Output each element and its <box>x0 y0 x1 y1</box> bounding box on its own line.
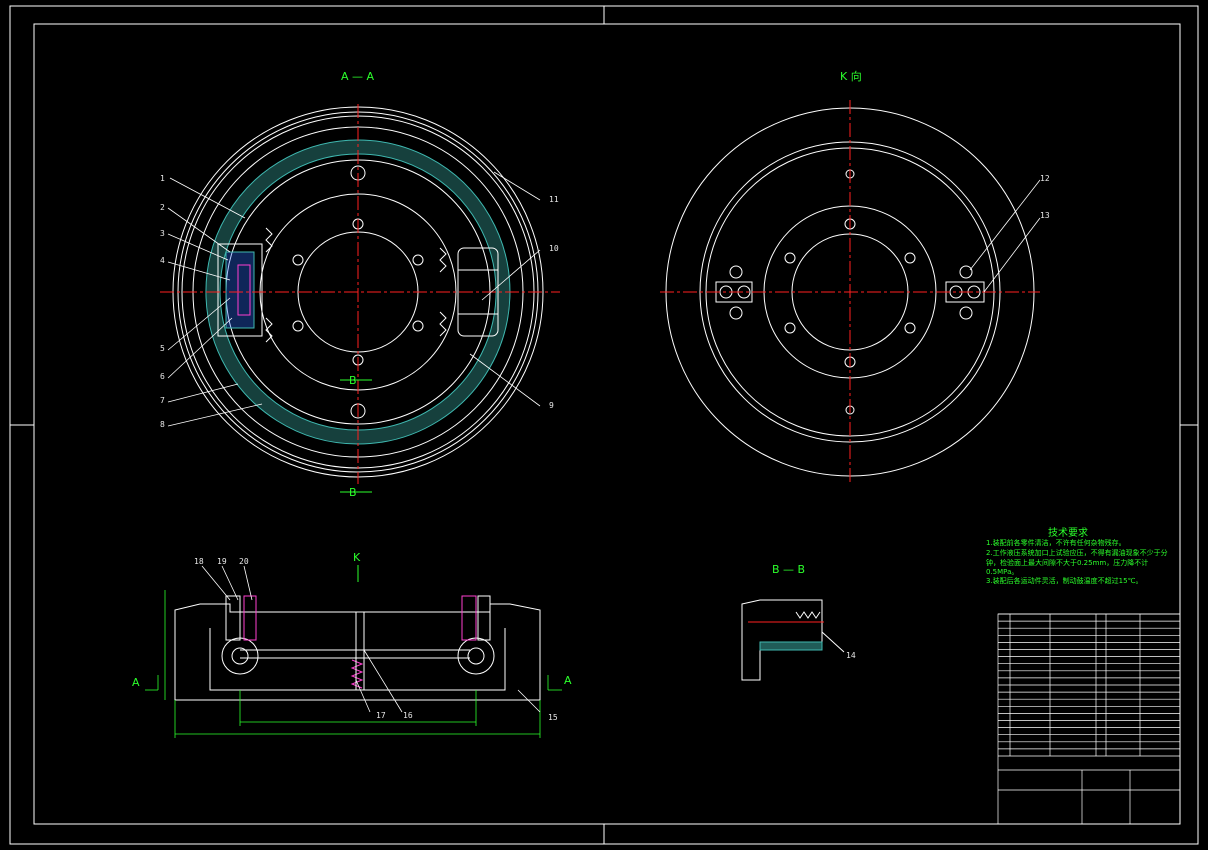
part-number: 9 <box>549 401 554 410</box>
part-number: 15 <box>548 713 558 722</box>
part-number: 2 <box>160 203 165 212</box>
section-aa-label: A — A <box>341 70 375 83</box>
tech-requirements-line: 2.工作液压系统加口上试验应压，不得有漏油现象不少于分 <box>986 549 1168 557</box>
title-block <box>997 613 1181 825</box>
engineering-drawing <box>9 5 1199 845</box>
part-number: 8 <box>160 420 165 429</box>
part-number: 18 <box>194 557 204 566</box>
part-number: 16 <box>403 711 413 720</box>
part-number: 3 <box>160 229 165 238</box>
part-number: 20 <box>239 557 249 566</box>
section-aa-view <box>160 104 560 493</box>
marker-a-right: A <box>564 674 572 687</box>
tech-requirements-line: 1.装配前各零件清洁，不许有任何杂物残存。 <box>986 539 1126 547</box>
part-number: 14 <box>846 651 856 660</box>
part-number: 19 <box>217 557 227 566</box>
tech-requirements-line: 3.装配后各运动件灵活，制动鼓温度不超过15℃。 <box>986 577 1143 585</box>
section-bb-label: B — B <box>772 563 806 576</box>
part-number: 17 <box>376 711 386 720</box>
part-number: 10 <box>549 244 559 253</box>
view-k <box>660 100 1041 484</box>
tech-requirements-title: 技术要求 <box>1048 528 1088 539</box>
inner-border <box>33 23 1181 825</box>
part-number: 4 <box>160 256 165 265</box>
marker-b-bottom: B <box>349 486 357 499</box>
part-number: 1 <box>160 174 165 183</box>
part-number: 11 <box>549 195 559 204</box>
part-number: 5 <box>160 344 165 353</box>
part-number: 12 <box>1040 174 1050 183</box>
view-k-label: K 向 <box>840 70 862 83</box>
part-number: 6 <box>160 372 165 381</box>
outer-border <box>9 5 1199 845</box>
marker-k: K <box>353 551 361 564</box>
marker-a-left: A <box>132 676 140 689</box>
part-number: 7 <box>160 396 165 405</box>
part-number: 13 <box>1040 211 1050 220</box>
marker-b-top: B <box>349 374 357 387</box>
section-bb-detail <box>741 599 845 681</box>
